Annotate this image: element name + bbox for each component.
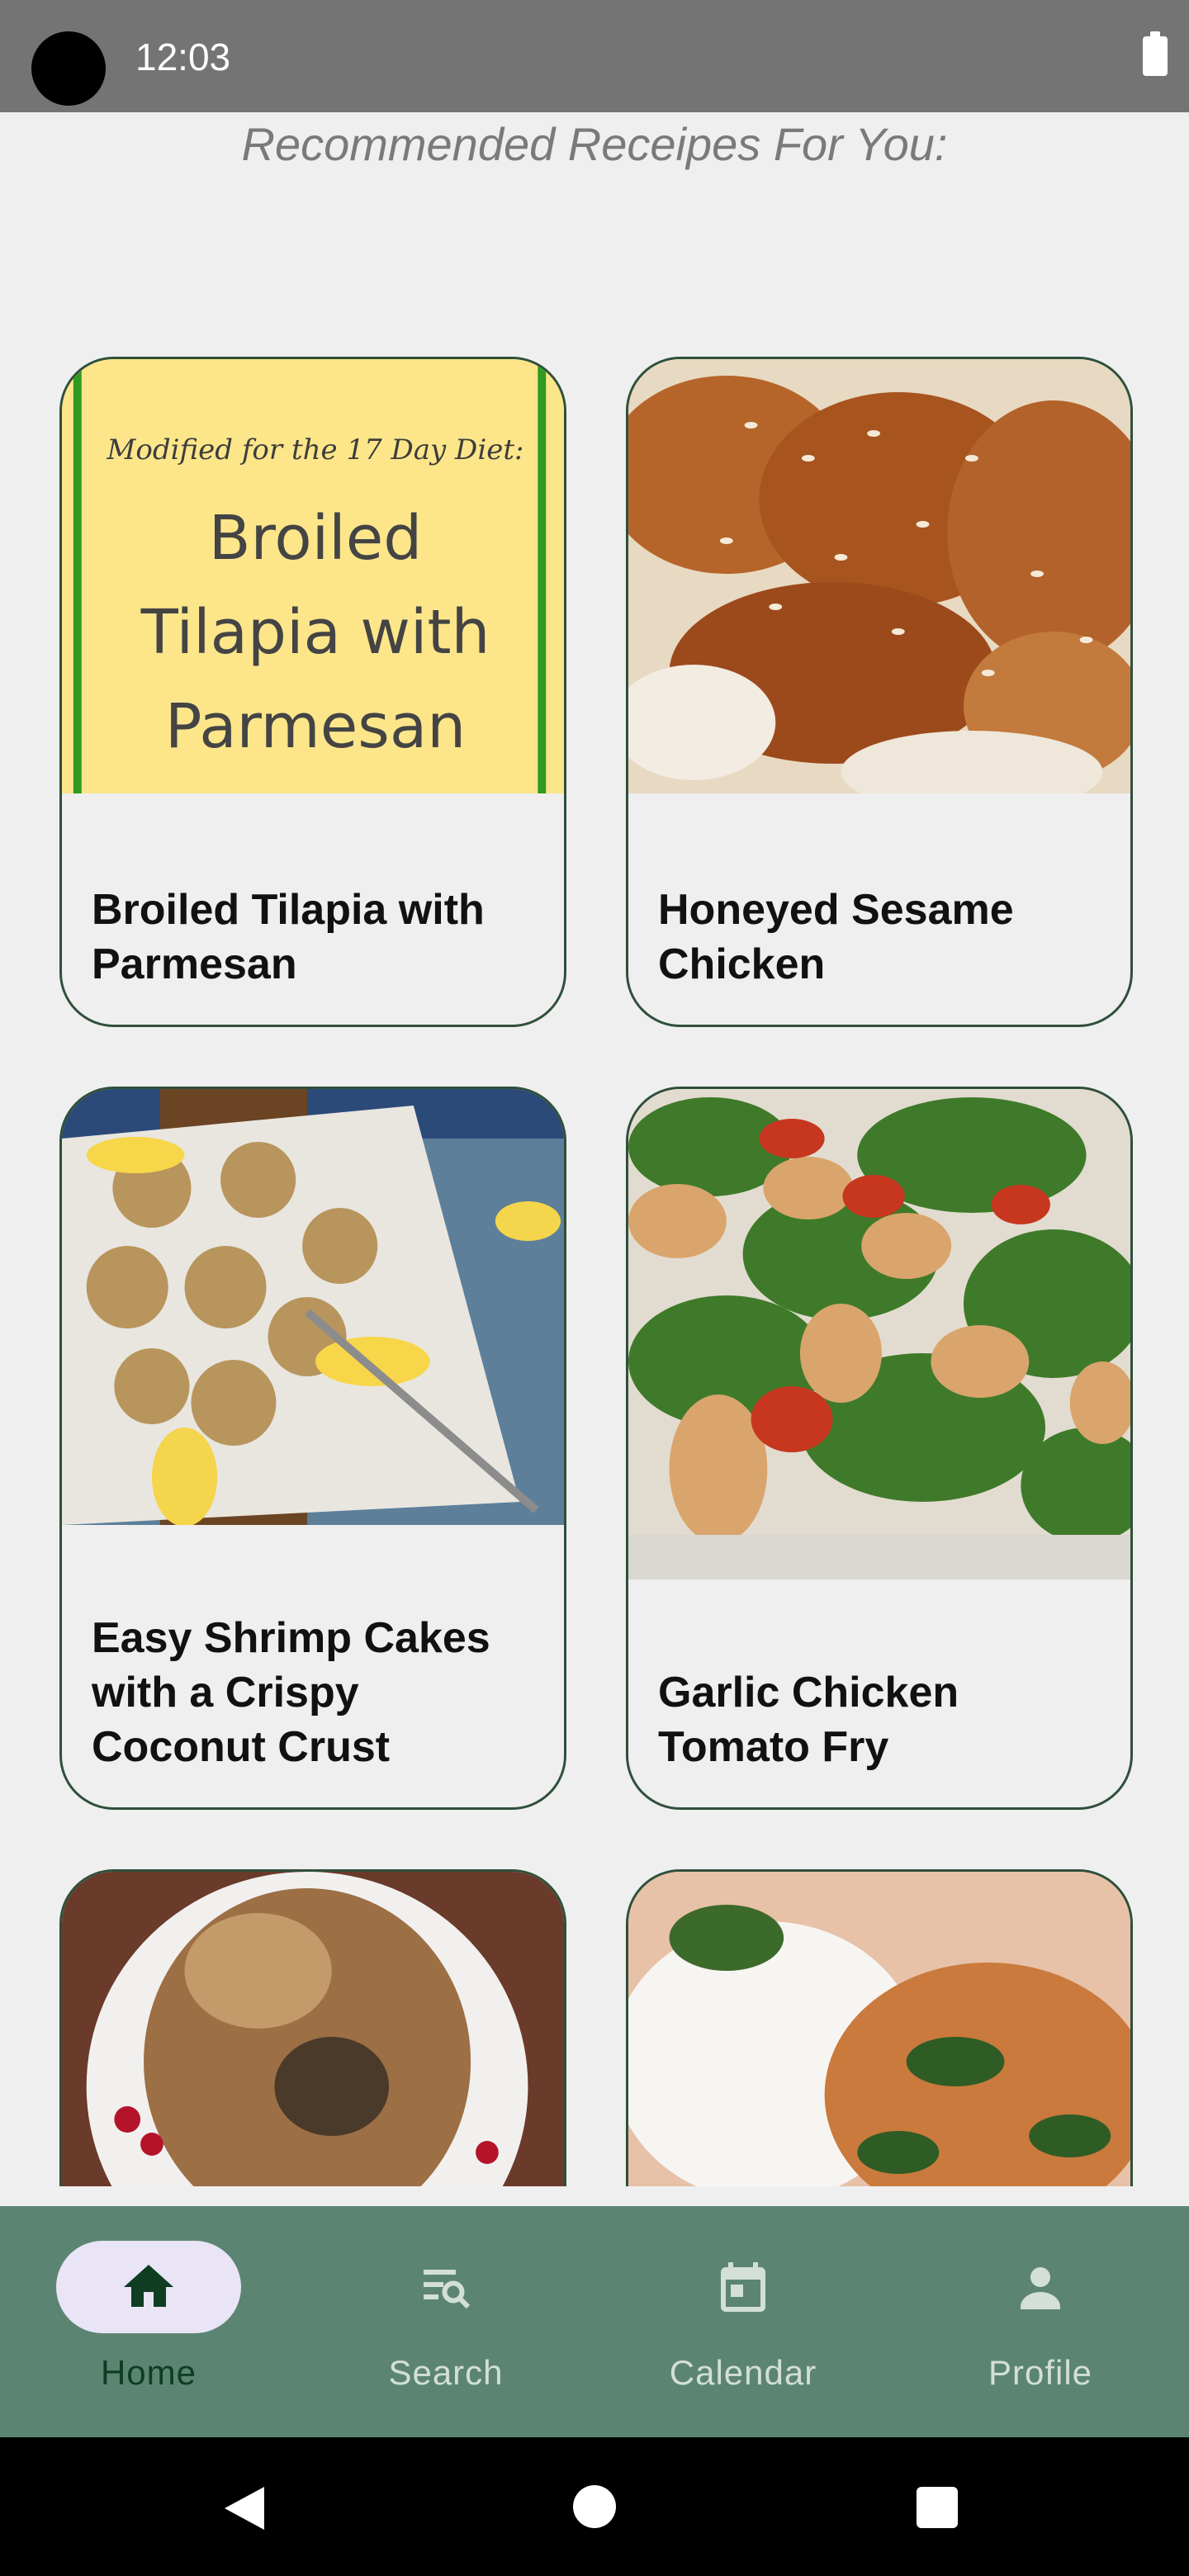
recipe-card[interactable]: Modified for the 17 Day Diet: Broiled Ti… (59, 357, 566, 1027)
recipe-name: Broiled Tilapia with Parmesan (92, 886, 485, 988)
home-button-icon[interactable] (573, 2485, 616, 2528)
recipe-card[interactable] (59, 1869, 566, 2186)
recipe-card[interactable]: Honeyed Sesame Chicken (626, 357, 1133, 1027)
nav-item-home[interactable]: Home (0, 2206, 297, 2437)
nav-item-search[interactable]: Search (297, 2206, 594, 2437)
person-icon (1021, 2267, 1060, 2309)
recipe-name: Garlic Chicken Tomato Fry (658, 1669, 959, 1771)
recipe-list[interactable]: Recommended Receipes For You: Modified f… (0, 0, 1189, 2186)
recipe-card[interactable]: Garlic Chicken Tomato Fry (626, 1087, 1133, 1810)
bottom-navigation: Home Search Calendar Profile (0, 2206, 1189, 2437)
recipe-card[interactable] (626, 1869, 1133, 2186)
recipe-name: Easy Shrimp Cakes with a Crispy Coconut … (92, 1614, 490, 1771)
recipe-name: Honeyed Sesame Chicken (658, 886, 1014, 988)
back-icon[interactable] (221, 2484, 268, 2533)
nav-item-calendar[interactable]: Calendar (594, 2206, 892, 2437)
shrimp-cakes-photo (62, 1089, 564, 1525)
nav-label: Calendar (669, 2353, 817, 2392)
image-caption-line: Broiled (208, 503, 423, 574)
image-caption-line: Parmesan (164, 691, 467, 762)
home-icon (124, 2265, 173, 2307)
chicken-rice-photo (628, 1872, 1130, 2186)
calendar-icon (721, 2262, 765, 2312)
search-list-icon (424, 2270, 471, 2309)
nav-label: Home (100, 2353, 197, 2392)
sesame-chicken-photo (628, 359, 1130, 793)
page-title: Recommended Receipes For You: (241, 118, 948, 170)
garlic-chicken-photo (628, 1089, 1130, 1579)
recipe-card[interactable]: Easy Shrimp Cakes with a Crispy Coconut … (59, 1087, 566, 1810)
image-caption-line: Tilapia with (140, 597, 490, 668)
recents-icon[interactable] (917, 2487, 958, 2528)
nav-item-profile[interactable]: Profile (892, 2206, 1189, 2437)
tilapia-photo: Modified for the 17 Day Diet: Broiled Ti… (62, 359, 564, 793)
image-caption-script: Modified for the 17 Day Diet: (107, 433, 524, 466)
nav-label: Search (388, 2353, 504, 2392)
roast-turkey-photo (62, 1872, 564, 2186)
nav-label: Profile (988, 2353, 1093, 2392)
